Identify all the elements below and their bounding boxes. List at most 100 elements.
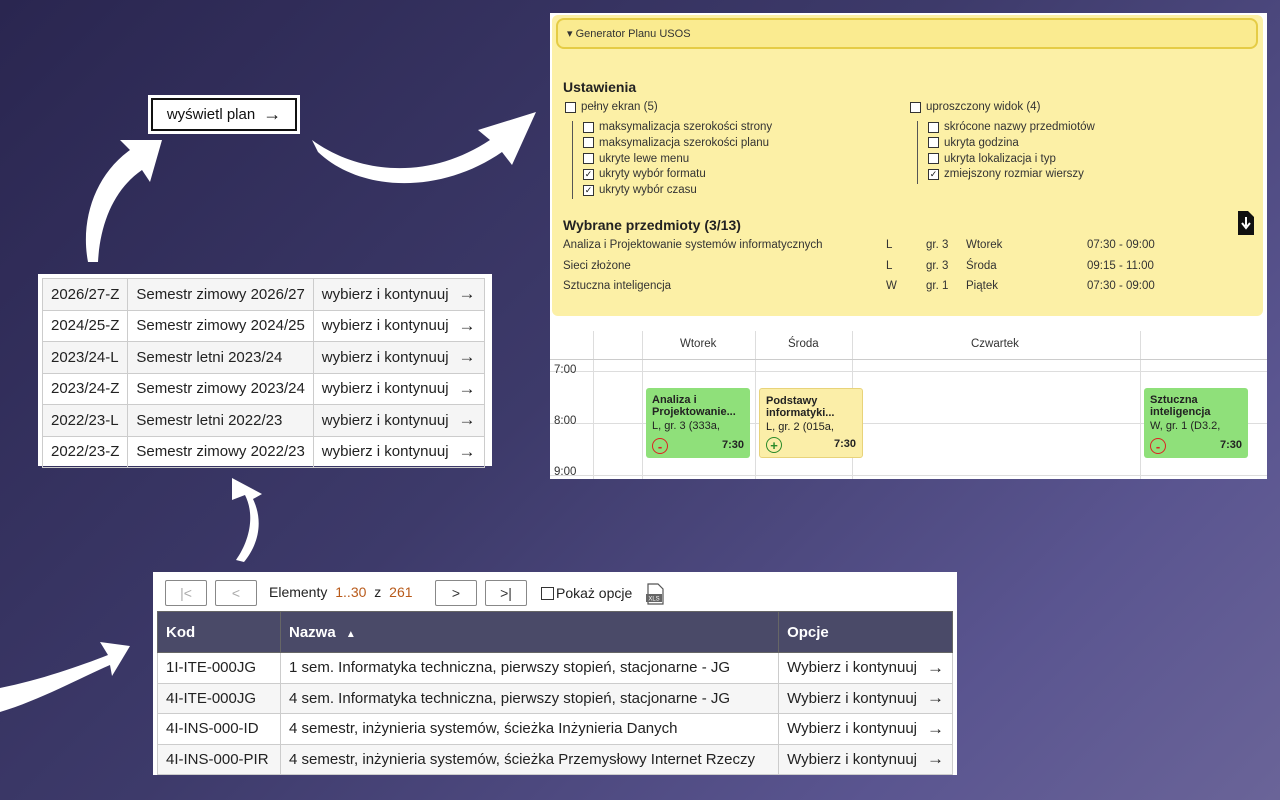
header-name[interactable]: Nazwa ▲: [279, 611, 780, 653]
calendar-event[interactable]: Sztuczna inteligencja W, gr. 1 (D3.2, - 7:3…: [1144, 388, 1248, 458]
arrow-right-icon: →: [458, 284, 476, 304]
view-plan-label: wyświetl plan: [166, 106, 256, 123]
program-code: 4I-INS-000-PIR: [157, 743, 281, 775]
checkbox[interactable]: [583, 137, 594, 149]
subject-name: Sieci złożone: [563, 259, 631, 272]
semester-table: 2026/27-Z Semestr zimowy 2026/27 wybierz i…: [41, 278, 485, 468]
setting-option[interactable]: maksymalizacja szerokości planu: [583, 137, 769, 149]
checkbox[interactable]: [583, 121, 594, 133]
remove-icon[interactable]: -: [1150, 438, 1166, 454]
first-page-button[interactable]: |<: [165, 580, 207, 606]
view-plan-button[interactable]: wyświetl plan →: [148, 95, 300, 134]
of-label: z: [374, 584, 382, 600]
program-code: 1I-ITE-000JG: [157, 652, 281, 684]
select-continue-label: wybierz i kontynuuj: [321, 317, 449, 335]
setting-option[interactable]: ukryta godzina: [928, 137, 1019, 149]
xls-export-icon[interactable]: XLS: [645, 583, 665, 605]
checkbox[interactable]: ✓: [928, 168, 939, 180]
next-page-button[interactable]: >: [435, 580, 477, 606]
select-continue-link[interactable]: wybierz i kontynuuj →: [312, 309, 485, 342]
generator-summary-toggle[interactable]: ▾ Generator Planu USOS: [556, 18, 1258, 49]
elements-total: 261: [389, 584, 413, 600]
select-continue-link[interactable]: Wybierz i kontynuuj →: [778, 682, 953, 714]
usos-plan-generator: ▾ Generator Planu USOS Ustawienia pełny …: [550, 13, 1267, 479]
subject-name: Sztuczna inteligencja: [563, 280, 672, 292]
arrow-right-icon: →: [927, 718, 944, 738]
subject-day: Środa: [966, 259, 997, 272]
program-name: 4 semestr, inżynieria systemów, ścieżka …: [279, 713, 780, 745]
checkbox[interactable]: ✓: [583, 184, 594, 196]
option-label: uproszczony widok (4): [926, 101, 1041, 113]
setting-option[interactable]: maksymalizacja szerokości strony: [583, 121, 772, 133]
checkbox[interactable]: [583, 153, 594, 165]
programs-panel: |< < Elementy 1..30 z 261 > >| Pokaż opc…: [153, 572, 957, 775]
prev-page-button[interactable]: <: [215, 580, 257, 606]
arrow-right-icon: →: [458, 441, 476, 461]
select-continue-label: wybierz i kontynuuj: [321, 411, 449, 429]
subject-day: Wtorek: [966, 239, 1003, 251]
program-name: 4 sem. Informatyka techniczna, pierwszy …: [279, 682, 780, 714]
arrow-up-small-icon: [232, 478, 262, 562]
program-code: 4I-ITE-000JG: [157, 682, 281, 714]
event-time: 7:30: [833, 438, 856, 450]
arrow-right-icon: [312, 112, 536, 184]
select-continue-link[interactable]: Wybierz i kontynuuj →: [778, 743, 953, 775]
checkbox[interactable]: [565, 101, 576, 113]
last-page-button[interactable]: >|: [485, 580, 527, 606]
subject-time: 07:30 - 09:00: [1087, 239, 1155, 251]
program-row: 4I-INS-000-PIR 4 semestr, inżynieria syst…: [157, 743, 953, 775]
program-code: 4I-INS-000-ID: [157, 713, 281, 745]
day-header-tuesday: Wtorek: [680, 338, 717, 350]
option-label: skrócone nazwy przedmiotów: [944, 121, 1095, 133]
checkbox[interactable]: [541, 586, 554, 600]
header-options: Opcje: [778, 611, 953, 653]
setting-option[interactable]: ✓ zmiejszony rozmiar wierszy: [928, 168, 1084, 180]
arrow-right-icon: →: [458, 315, 476, 335]
event-details: L, gr. 3 (333a,: [652, 420, 720, 432]
setting-option[interactable]: ✓ ukryty wybór formatu: [583, 168, 706, 180]
select-continue-link[interactable]: wybierz i kontynuuj →: [312, 341, 485, 374]
select-continue-link[interactable]: wybierz i kontynuuj →: [312, 372, 485, 405]
elements-range: 1..30: [335, 584, 367, 600]
programs-table: Kod Nazwa ▲ Opcje 1I-ITE-000JG 1 sem. Inf…: [157, 611, 953, 775]
show-options-toggle[interactable]: Pokaż opcje: [541, 585, 632, 601]
checkbox[interactable]: [928, 153, 939, 165]
event-time: 7:30: [1219, 439, 1242, 451]
select-continue-link[interactable]: wybierz i kontynuuj →: [312, 435, 485, 468]
select-continue-label: wybierz i kontynuuj: [321, 285, 449, 303]
header-code[interactable]: Kod: [157, 611, 281, 653]
option-label: maksymalizacja szerokości planu: [599, 136, 770, 149]
remove-icon[interactable]: -: [652, 438, 668, 454]
checkbox[interactable]: [910, 101, 921, 113]
select-continue-link[interactable]: wybierz i kontynuuj →: [312, 404, 485, 437]
download-file-icon[interactable]: [1236, 211, 1254, 235]
event-details: L, gr. 2 (015a,: [766, 421, 834, 433]
day-header-thursday: Czwartek: [971, 338, 1019, 350]
setting-option[interactable]: skrócone nazwy przedmiotów: [928, 121, 1095, 133]
semester-name: Semestr letni 2022/23: [127, 404, 314, 437]
hour-label: 8:00: [554, 415, 577, 427]
subject-group: gr. 1: [926, 280, 949, 292]
option-label: ukryta lokalizacja i typ: [944, 152, 1056, 165]
checkbox[interactable]: ✓: [583, 168, 594, 180]
setting-option[interactable]: ukryta lokalizacja i typ: [928, 153, 1056, 165]
calendar-event[interactable]: Podstawy informatyki... L, gr. 2 (015a, +7…: [759, 388, 863, 458]
select-continue-link[interactable]: wybierz i kontynuuj →: [312, 278, 485, 311]
program-name: 1 sem. Informatyka techniczna, pierwszy …: [279, 652, 780, 684]
full-screen-option[interactable]: pełny ekran (5): [565, 101, 658, 113]
checkbox[interactable]: [928, 121, 939, 133]
simplified-view-option[interactable]: uproszczony widok (4): [910, 101, 1040, 113]
subject-type: L: [886, 259, 893, 272]
semester-code: 2024/25-Z: [41, 309, 129, 342]
select-continue-link[interactable]: Wybierz i kontynuuj →: [778, 652, 953, 684]
event-title: Podstawy informatyki...: [766, 395, 835, 419]
setting-option[interactable]: ukryte lewe menu: [583, 153, 689, 165]
subject-time: 09:15 - 11:00: [1087, 259, 1154, 272]
select-continue-label: Wybierz i kontynuuj: [787, 659, 917, 677]
calendar-event[interactable]: Analiza i Projektowanie... L, gr. 3 (333a…: [646, 388, 750, 458]
setting-option[interactable]: ✓ ukryty wybór czasu: [583, 184, 697, 196]
event-title: Sztuczna inteligencja: [1150, 394, 1211, 418]
checkbox[interactable]: [928, 137, 939, 149]
add-icon[interactable]: +: [766, 437, 782, 453]
select-continue-link[interactable]: Wybierz i kontynuuj →: [778, 713, 953, 745]
